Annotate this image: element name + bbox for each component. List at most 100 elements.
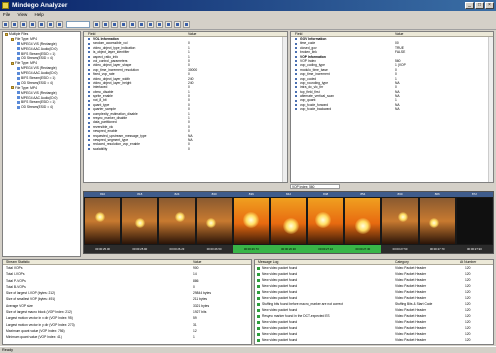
row-bullet-icon [88,147,91,151]
tree-node-label: Multiple Files [9,32,29,36]
grid-row[interactable]: vop_fcode_backward NA [291,107,493,111]
vertical-scrollbar[interactable] [282,37,287,182]
export-icon[interactable] [138,21,145,28]
step-back-icon[interactable] [111,21,118,28]
vol-property-grid[interactable]: Field Value VOL Information random_access… [83,31,288,183]
field-name: vop_fcode_backward [300,107,332,112]
field-value: NA [395,107,400,112]
frame-thumbnail [456,198,492,244]
play-icon[interactable] [29,21,36,28]
video-frame[interactable]: 818 00:00:25.90 [121,192,159,253]
grid-rows: GOV Information time_code 00 closed_gov TRUE… [291,37,493,112]
tree-node-label: File Type: MP4 [15,36,37,41]
open-icon[interactable] [2,21,9,28]
frame-filmstrip[interactable]: 810 00:00:25.00 818 00:00:25.90 824 00:00:26.… [83,191,494,254]
frame-thumbnail [196,198,232,244]
tree-node-label: OD Stream(ESID = 4) [21,56,53,61]
frame-thumbnail [159,198,195,244]
vertical-scrollbar[interactable] [488,37,493,182]
video-frame[interactable]: 866 00:00:27.70 [418,192,456,253]
sun-shape [243,212,260,228]
close-button[interactable]: × [485,2,494,9]
frame-thumbnail [270,198,307,244]
frame-thumbnail [382,198,418,244]
tree-node-label: OD Stream(ESID = 4) [21,105,53,110]
grid-rows: VOL Information random_accessible_vol 0 vid… [84,37,287,151]
filter-icon[interactable] [156,21,163,28]
frame-thumbnail [345,198,381,244]
tree-node-label: MPEG4 VIS (Rectangle) [21,66,57,71]
maximize-button[interactable]: □ [475,2,484,9]
frame-timestamp: 00:00:26.23 [158,245,196,253]
sun-shape [283,218,300,234]
zoom-input[interactable] [66,21,90,28]
menu-help[interactable]: Help [31,11,46,19]
frame-index: 824 [158,192,196,197]
message-log-table[interactable]: Message Log Category At Number New video… [254,259,494,345]
folder-icon [11,37,14,41]
stream-icon [17,66,20,70]
first-frame-icon[interactable] [11,21,18,28]
stream-icon [17,42,20,46]
chart-icon[interactable] [165,21,172,28]
menu-view[interactable]: View [15,11,31,19]
folder-icon [5,32,8,36]
field-value: 0 [188,146,190,151]
tree-node-label: File Type: MP4 [15,61,37,66]
step-forward-icon[interactable] [120,21,127,28]
zoom-in-icon[interactable] [38,21,45,28]
folder-icon [11,61,14,65]
minimize-button[interactable]: _ [465,2,474,9]
stop-icon[interactable] [102,21,109,28]
stream-statistics-table[interactable]: Stream Statistic Value Total VOPs 900 Tota… [2,259,252,345]
frame-thumbnail [122,198,158,244]
video-frame[interactable]: 810 00:00:25.00 [84,192,122,253]
search-icon[interactable] [56,21,63,28]
video-frame[interactable]: 872 00:00:27.90 [455,192,493,253]
frame-timestamp: 00:00:27.70 [418,245,456,253]
bookmark-icon[interactable] [129,21,136,28]
tree-node[interactable]: OD Stream(ESID = 4) [3,105,80,110]
stream-icon [17,105,20,109]
status-text: Ready [2,348,13,352]
frame-thumbnail [233,198,269,244]
tree-node-label: MPEG4 VIS (Rectangle) [21,90,57,95]
file-tree[interactable]: Multiple Files File Type: MP4 MPEG4 VIS (R… [2,31,81,257]
sun-shape [314,212,331,228]
sun-shape [398,212,409,222]
vop-index-label: VOP Index: 560 [290,184,340,189]
stream-icon [17,52,20,56]
stat-row[interactable]: Minimum quant value (VOP Index: 41) 1 [3,334,251,340]
frame-index: 860 [381,192,419,197]
help-icon[interactable] [183,21,190,28]
field-name: scalability [93,146,108,151]
video-frame[interactable]: 854 00:00:27.30 [344,192,382,253]
log-at-number: 120 [465,338,471,342]
grid-icon[interactable] [147,21,154,28]
settings-icon[interactable] [174,21,181,28]
window-title: Mindego Analyzer [12,2,68,9]
frame-timestamp: 00:00:26.90 [269,245,308,253]
video-frame[interactable]: 860 00:00:27.50 [381,192,419,253]
frame-timestamp: 00:00:27.50 [381,245,419,253]
menu-file[interactable]: File [0,11,13,19]
video-frame[interactable]: 842 00:00:26.90 [269,192,308,253]
prev-frame-icon[interactable] [20,21,27,28]
zoom-out-icon[interactable] [47,21,54,28]
video-frame[interactable]: 848 00:00:27.10 [307,192,345,253]
grid-row[interactable]: scalability 0 [84,147,287,151]
frame-index: 830 [195,192,233,197]
frame-timestamp: 00:00:25.90 [121,245,159,253]
log-row[interactable]: New video packet found Video Packet Heade… [255,337,493,343]
log-message: New video packet found [262,338,298,342]
frame-thumbnail [308,198,344,244]
video-frame[interactable]: 824 00:00:26.23 [158,192,196,253]
video-frame[interactable]: 836 00:00:26.73 [232,192,270,253]
video-frame[interactable]: 830 00:00:26.50 [195,192,233,253]
vop-property-grid[interactable]: Field Value GOV Information time_code 00 cl… [290,31,494,183]
sun-shape [134,218,145,228]
go-icon[interactable] [93,21,100,28]
sun-shape [206,218,217,228]
status-bar: Ready [0,346,496,353]
stream-icon [17,101,20,105]
